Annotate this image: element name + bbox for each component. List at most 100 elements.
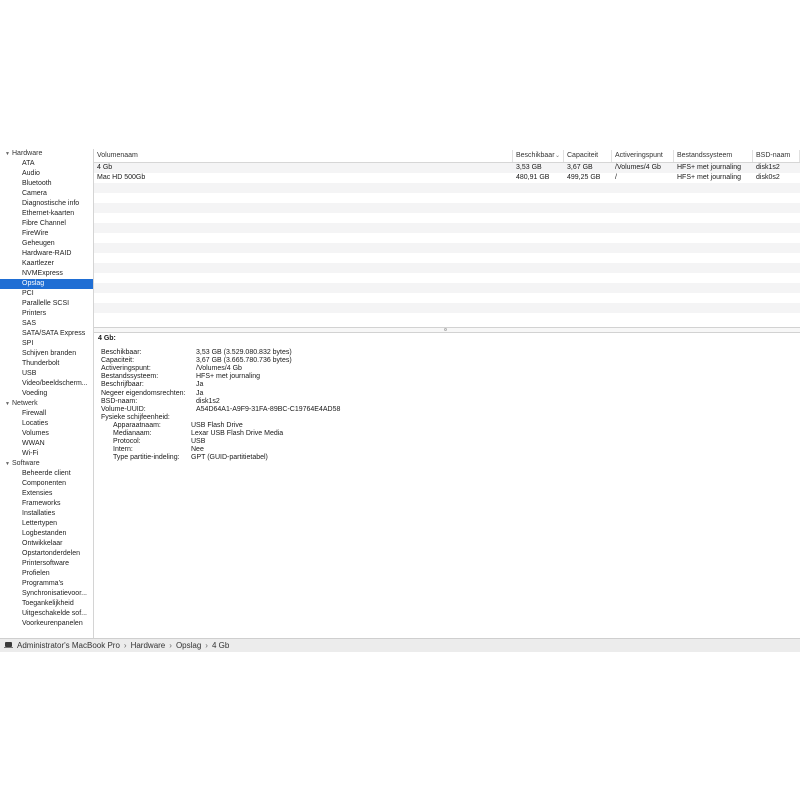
table-row-empty: [94, 183, 800, 193]
column-header-beschikbaar[interactable]: Beschikbaar ⌄: [513, 150, 564, 162]
breadcrumb-separator-icon: ›: [123, 641, 127, 650]
sidebar-item-uitgeschakelde-sof[interactable]: Uitgeschakelde sof...: [0, 609, 93, 619]
sidebar-item-ata[interactable]: ATA: [0, 159, 93, 169]
table-row-empty: [94, 303, 800, 313]
sidebar-item-fibre-channel[interactable]: Fibre Channel: [0, 219, 93, 229]
splitter-handle-icon[interactable]: [444, 328, 447, 331]
detail-label: Beschikbaar:: [101, 349, 142, 356]
sidebar-item-pci[interactable]: PCI: [0, 289, 93, 299]
column-header-volumenaam[interactable]: Volumenaam: [94, 150, 513, 162]
sidebar-item-ethernet-kaarten[interactable]: Ethernet-kaarten: [0, 209, 93, 219]
sidebar-item-nvmexpress[interactable]: NVMExpress: [0, 269, 93, 279]
sidebar-item-camera[interactable]: Camera: [0, 189, 93, 199]
breadcrumb-item-opslag[interactable]: Opslag: [176, 641, 201, 650]
sidebar-item-logbestanden[interactable]: Logbestanden: [0, 529, 93, 539]
detail-label: Negeer eigendomsrechten:: [101, 389, 186, 397]
disclosure-triangle-icon[interactable]: ▼: [5, 459, 12, 469]
sidebar-item-geheugen[interactable]: Geheugen: [0, 239, 93, 249]
table-row[interactable]: 4 Gb 3,53 GB 3,67 GB/Volumes/4 Gb HFS+ met …: [94, 163, 800, 173]
sidebar-item-thunderbolt[interactable]: Thunderbolt: [0, 359, 93, 369]
sidebar-item-diagnostische-info[interactable]: Diagnostische info: [0, 199, 93, 209]
sidebar-item-label: Frameworks: [22, 500, 61, 507]
column-header-bestandssysteem[interactable]: Bestandssysteem: [674, 150, 753, 162]
detail-value: GPT (GUID-partitietabel): [191, 454, 268, 462]
sidebar-item-label: Locaties: [22, 420, 49, 427]
sidebar-item-wwan[interactable]: WWAN: [0, 439, 93, 449]
sidebar-item-usb[interactable]: USB: [0, 369, 93, 379]
table-row-empty: [94, 313, 800, 323]
sidebar: ▼ Hardware ATA Audio Bluetooth Camera Diagnost…: [0, 149, 94, 638]
sidebar-item-label: Firewall: [22, 410, 47, 417]
sidebar-item-componenten[interactable]: Componenten: [0, 479, 93, 489]
breadcrumb-separator-icon: ›: [169, 641, 172, 650]
table-cell-activeringspunt: /: [615, 174, 617, 181]
sidebar-item-profielen[interactable]: Profielen: [0, 569, 93, 579]
sidebar-item-video-beeldscherm[interactable]: Video/beeldscherm...: [0, 379, 93, 389]
disclosure-triangle-icon[interactable]: ▼: [5, 149, 12, 159]
sidebar-group-software[interactable]: ▼ Software: [0, 459, 93, 469]
sidebar-item-label: Beheerde client: [22, 470, 71, 477]
sidebar-item-printers[interactable]: Printers: [0, 309, 93, 319]
sidebar-item-ontwikkelaar[interactable]: Ontwikkelaar: [0, 539, 93, 549]
sidebar-item-sas[interactable]: SAS: [0, 319, 93, 329]
column-header-bsd-naam[interactable]: BSD-naam: [753, 150, 800, 162]
sidebar-item-spi[interactable]: SPI: [0, 339, 93, 349]
sidebar-item-audio[interactable]: Audio: [0, 169, 93, 179]
sidebar-item-locaties[interactable]: Locaties: [0, 419, 93, 429]
detail-row-capaciteit: Capaciteit: 3,67 GB (3.665.780.736 bytes): [101, 357, 601, 365]
table-cell-volumenaam: 4 Gb: [97, 164, 113, 171]
sidebar-item-parallelle-scsi[interactable]: Parallelle SCSI: [0, 299, 93, 309]
sidebar-item-volumes[interactable]: Volumes: [0, 429, 93, 439]
sidebar-item-kaartlezer[interactable]: Kaartlezer: [0, 259, 93, 269]
sidebar-item-installaties[interactable]: Installaties: [0, 509, 93, 519]
sidebar-item-label: Audio: [22, 170, 40, 177]
sidebar-item-sata-sata-express[interactable]: SATA/SATA Express: [0, 329, 93, 339]
sidebar-item-wi-fi[interactable]: Wi-Fi: [0, 449, 93, 459]
sidebar-item-frameworks[interactable]: Frameworks: [0, 499, 93, 509]
sidebar-item-label: Logbestanden: [22, 530, 67, 537]
sidebar-item-bluetooth[interactable]: Bluetooth: [0, 179, 93, 189]
sidebar-item-firewire[interactable]: FireWire: [0, 229, 93, 239]
sidebar-item-toegankelijkheid[interactable]: Toegankelijkheid: [0, 599, 93, 609]
sidebar-item-voeding[interactable]: Voeding: [0, 389, 93, 399]
sidebar-group-hardware[interactable]: ▼ Hardware: [0, 149, 93, 159]
detail-row-fysieke-schijfeenheid: Fysieke schijfeenheid:: [101, 414, 601, 422]
sidebar-item-label: SATA/SATA Express: [22, 330, 86, 337]
table-cell-capaciteit: 3,67 GB: [567, 164, 593, 171]
detail-label: Volume-UUID:: [101, 405, 146, 413]
sidebar-item-printersoftware[interactable]: Printersoftware: [0, 559, 93, 569]
detail-row-bsd-naam: BSD-naam: disk1s2: [101, 398, 601, 406]
sidebar-item-label: Camera: [22, 190, 47, 197]
detail-value: Ja: [196, 381, 204, 389]
sidebar-item-firewall[interactable]: Firewall: [0, 409, 93, 419]
sidebar-item-opstartonderdelen[interactable]: Opstartonderdelen: [0, 549, 93, 559]
sidebar-item-label: Geheugen: [22, 240, 55, 247]
disclosure-triangle-icon[interactable]: ▼: [5, 399, 12, 409]
breadcrumb-item-administrator-s-macbook-pro[interactable]: Administrator's MacBook Pro: [17, 641, 120, 650]
table-row[interactable]: Mac HD 500Gb 480,91 GB 499,25 GB / HFS+ met …: [94, 173, 800, 183]
sidebar-item-extensies[interactable]: Extensies: [0, 489, 93, 499]
sidebar-item-label: Software: [12, 460, 40, 467]
detail-value: USB: [191, 438, 206, 446]
detail-row-medianaam: Medianaam: Lexar USB Flash Drive Media: [113, 430, 613, 438]
detail-label: Medianaam:: [113, 430, 152, 437]
system-information-window: ▼ Hardware ATA Audio Bluetooth Camera Diagnost…: [0, 149, 800, 652]
sidebar-item-programma-s[interactable]: Programma's: [0, 579, 93, 589]
table-body: 4 Gb 3,53 GB 3,67 GB/Volumes/4 Gb HFS+ met …: [94, 163, 800, 323]
sidebar-item-lettertypen[interactable]: Lettertypen: [0, 519, 93, 529]
sidebar-item-schijven-branden[interactable]: Schijven branden: [0, 349, 93, 359]
detail-value: Nee: [191, 446, 204, 454]
table-cell-capaciteit: 499,25 GB: [567, 174, 601, 181]
detail-label: Protocol:: [113, 438, 141, 446]
sidebar-item-opslag[interactable]: Opslag: [0, 279, 93, 289]
breadcrumb-item-hardware[interactable]: Hardware: [131, 641, 166, 650]
sidebar-item-voorkeurenpanelen[interactable]: Voorkeurenpanelen: [0, 619, 93, 629]
breadcrumb-item-4-gb[interactable]: 4 Gb: [212, 641, 229, 650]
sidebar-group-netwerk[interactable]: ▼ Netwerk: [0, 399, 93, 409]
sidebar-item-hardware-raid[interactable]: Hardware-RAID: [0, 249, 93, 259]
sidebar-item-beheerde-client[interactable]: Beheerde client: [0, 469, 93, 479]
sidebar-item-synchronisatievoor[interactable]: Synchronisatievoor...: [0, 589, 93, 599]
column-header-activeringspunt[interactable]: Activeringspunt: [612, 150, 674, 162]
sidebar-item-label: Printersoftware: [22, 560, 70, 567]
column-header-capaciteit[interactable]: Capaciteit: [564, 150, 612, 162]
